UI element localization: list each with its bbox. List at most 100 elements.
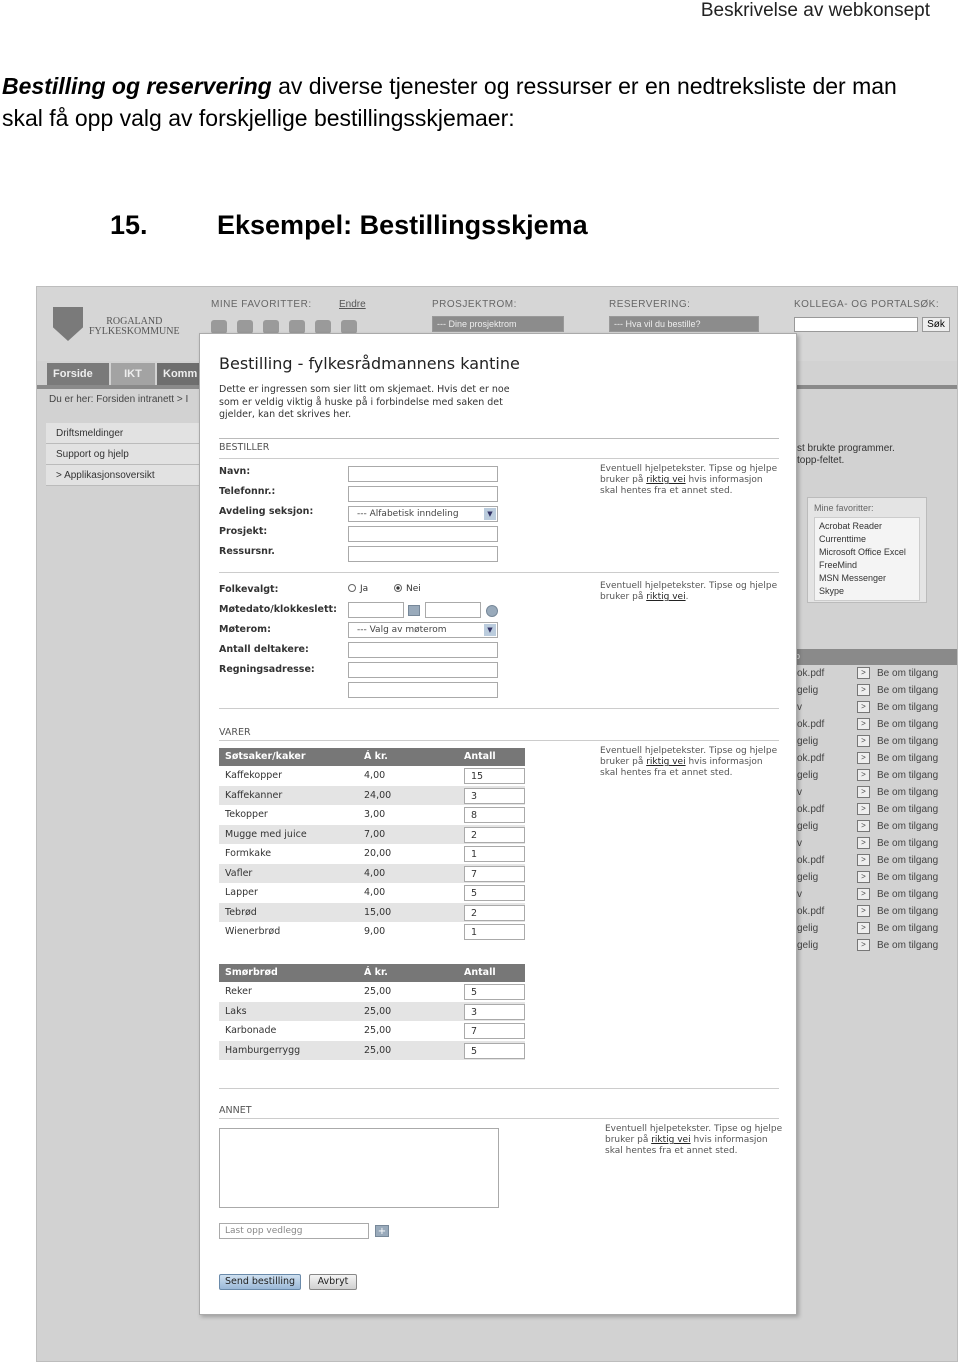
chevron-right-icon[interactable]: > bbox=[857, 769, 870, 781]
quantity-field[interactable]: 8 bbox=[464, 807, 525, 823]
quantity-field[interactable]: 5 bbox=[464, 1042, 525, 1059]
favorite-app-icon[interactable] bbox=[341, 320, 357, 334]
request-access-link[interactable]: Be om tilgang bbox=[877, 906, 938, 917]
quantity-field[interactable]: 3 bbox=[464, 787, 525, 804]
billing-field-1[interactable] bbox=[348, 662, 498, 678]
quantity-field[interactable]: 5 bbox=[464, 984, 525, 1000]
favorite-item[interactable]: MSN Messenger bbox=[819, 572, 915, 585]
name-field[interactable] bbox=[348, 466, 498, 482]
meeting-date-field[interactable] bbox=[348, 602, 404, 618]
meeting-time-field[interactable] bbox=[425, 602, 481, 618]
help-link[interactable]: riktig vei bbox=[651, 1135, 690, 1145]
quantity-field[interactable]: 3 bbox=[464, 1003, 525, 1020]
favorites-edit-link[interactable]: Endre bbox=[339, 299, 366, 310]
cancel-button[interactable]: Avbryt bbox=[309, 1274, 357, 1290]
request-access-link[interactable]: Be om tilgang bbox=[877, 855, 938, 866]
favorite-app-icon[interactable] bbox=[263, 320, 279, 334]
calendar-icon[interactable] bbox=[408, 605, 420, 616]
quantity-field[interactable]: 7 bbox=[464, 865, 525, 882]
favorite-item[interactable]: Skype bbox=[819, 585, 915, 598]
request-access-link[interactable]: Be om tilgang bbox=[877, 719, 938, 730]
chevron-right-icon[interactable]: > bbox=[857, 735, 870, 747]
chevron-right-icon[interactable]: > bbox=[857, 854, 870, 866]
favorite-item[interactable]: FreeMind bbox=[819, 559, 915, 572]
request-access-link[interactable]: Be om tilgang bbox=[877, 685, 938, 696]
file-link[interactable]: gelig bbox=[797, 923, 818, 934]
nav-tab-forside[interactable]: Forside bbox=[47, 363, 109, 385]
request-access-link[interactable]: Be om tilgang bbox=[877, 804, 938, 815]
favorite-app-icon[interactable] bbox=[237, 320, 253, 334]
favorite-item[interactable]: Currenttime bbox=[819, 533, 915, 546]
chevron-right-icon[interactable]: > bbox=[857, 922, 870, 934]
favorite-item[interactable]: Microsoft Office Excel bbox=[819, 546, 915, 559]
favorite-app-icon[interactable] bbox=[315, 320, 331, 334]
quantity-field[interactable]: 1 bbox=[464, 924, 525, 940]
other-textarea[interactable] bbox=[219, 1128, 499, 1208]
chevron-right-icon[interactable]: > bbox=[857, 837, 870, 849]
file-link[interactable]: gelig bbox=[797, 736, 818, 747]
chevron-right-icon[interactable]: > bbox=[857, 905, 870, 917]
upload-field[interactable]: Last opp vedlegg bbox=[219, 1223, 369, 1239]
projects-select[interactable]: --- Dine prosjektrom bbox=[432, 316, 564, 332]
my-favorites-list[interactable]: Acrobat Reader Currenttime Microsoft Off… bbox=[814, 517, 920, 601]
request-access-link[interactable]: Be om tilgang bbox=[877, 753, 938, 764]
file-link[interactable]: ok.pdf bbox=[797, 719, 824, 730]
request-access-link[interactable]: Be om tilgang bbox=[877, 838, 938, 849]
quantity-field[interactable]: 2 bbox=[464, 826, 525, 843]
file-link[interactable]: ok.pdf bbox=[797, 753, 824, 764]
file-link[interactable]: gelig bbox=[797, 940, 818, 951]
request-access-link[interactable]: Be om tilgang bbox=[877, 787, 938, 798]
file-link[interactable]: gelig bbox=[797, 685, 818, 696]
file-link[interactable]: ok.pdf bbox=[797, 668, 824, 679]
resource-field[interactable] bbox=[348, 546, 498, 562]
project-field[interactable] bbox=[348, 526, 498, 542]
side-item-driftsmeldinger[interactable]: Driftsmeldinger bbox=[46, 423, 200, 444]
chevron-right-icon[interactable]: > bbox=[857, 667, 870, 679]
request-access-link[interactable]: Be om tilgang bbox=[877, 668, 938, 679]
phone-field[interactable] bbox=[348, 486, 498, 502]
chevron-right-icon[interactable]: > bbox=[857, 803, 870, 815]
nav-tab-ikt[interactable]: IKT bbox=[111, 363, 155, 385]
chevron-right-icon[interactable]: > bbox=[857, 871, 870, 883]
file-link[interactable]: gelig bbox=[797, 770, 818, 781]
chevron-right-icon[interactable]: > bbox=[857, 718, 870, 730]
quantity-field[interactable]: 2 bbox=[464, 904, 525, 921]
side-item-support[interactable]: Support og hjelp bbox=[46, 444, 200, 465]
billing-field-2[interactable] bbox=[348, 682, 498, 698]
meeting-room-select[interactable]: --- Valg av møterom ▼ bbox=[348, 622, 498, 638]
file-link[interactable]: v bbox=[797, 838, 802, 849]
chevron-right-icon[interactable]: > bbox=[857, 701, 870, 713]
submit-button[interactable]: Send bestilling bbox=[219, 1274, 301, 1290]
file-link[interactable]: gelig bbox=[797, 872, 818, 883]
request-access-link[interactable]: Be om tilgang bbox=[877, 872, 938, 883]
file-link[interactable]: v bbox=[797, 787, 802, 798]
chevron-right-icon[interactable]: > bbox=[857, 939, 870, 951]
department-select[interactable]: --- Alfabetisk inndeling ▼ bbox=[348, 506, 498, 522]
file-link[interactable]: gelig bbox=[797, 821, 818, 832]
chevron-right-icon[interactable]: > bbox=[857, 786, 870, 798]
request-access-link[interactable]: Be om tilgang bbox=[877, 889, 938, 900]
help-link[interactable]: riktig vei bbox=[646, 757, 685, 767]
chevron-right-icon[interactable]: > bbox=[857, 820, 870, 832]
file-link[interactable]: v bbox=[797, 702, 802, 713]
quantity-field[interactable]: 1 bbox=[464, 846, 525, 862]
clock-icon[interactable] bbox=[486, 605, 498, 617]
side-item-applikasjoner[interactable]: > Applikasjonsoversikt bbox=[46, 465, 200, 486]
request-access-link[interactable]: Be om tilgang bbox=[877, 821, 938, 832]
search-input[interactable] bbox=[794, 317, 918, 332]
quantity-field[interactable]: 15 bbox=[464, 768, 525, 784]
request-access-link[interactable]: Be om tilgang bbox=[877, 736, 938, 747]
reservation-select[interactable]: --- Hva vil du bestille? bbox=[609, 316, 759, 332]
file-link[interactable]: v bbox=[797, 889, 802, 900]
chevron-right-icon[interactable]: > bbox=[857, 684, 870, 696]
favorite-app-icon[interactable] bbox=[211, 320, 227, 334]
nav-tab-komm[interactable]: Komm bbox=[157, 363, 201, 385]
favorite-app-icon[interactable] bbox=[289, 320, 305, 334]
request-access-link[interactable]: Be om tilgang bbox=[877, 923, 938, 934]
quantity-field[interactable]: 7 bbox=[464, 1023, 525, 1039]
help-link[interactable]: riktig vei bbox=[646, 592, 685, 602]
help-link[interactable]: riktig vei bbox=[646, 475, 685, 485]
file-link[interactable]: ok.pdf bbox=[797, 855, 824, 866]
chevron-right-icon[interactable]: > bbox=[857, 752, 870, 764]
participants-field[interactable] bbox=[348, 642, 498, 658]
